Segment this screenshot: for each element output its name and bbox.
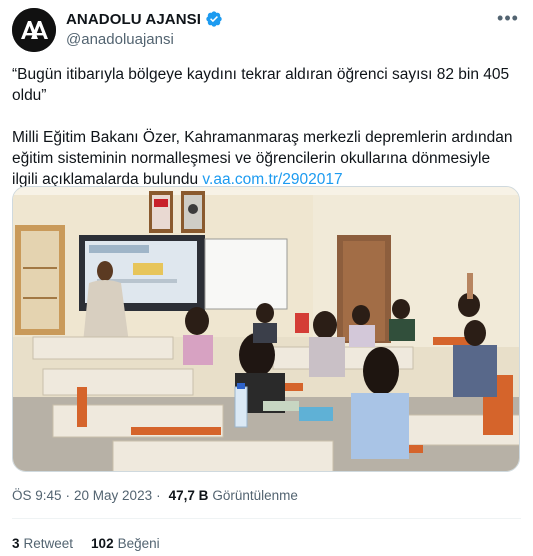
avatar[interactable] [12,8,56,52]
verified-badge-icon [206,11,222,27]
classroom-photo [13,187,519,471]
tweet-body-line-1: Milli Eğitim Bakanı Özer, Kahramanmaraş … [12,129,513,146]
account-name[interactable]: ANADOLU AJANSI [66,11,201,28]
name-row: ANADOLU AJANSI [66,10,223,28]
tweet-time[interactable]: ÖS 9:45 [12,488,62,503]
tweet-quote: “Bugün itibarıyla bölgeye kaydını tekrar… [12,66,510,104]
retweets-label: Retweet [23,536,74,551]
divider [12,518,521,519]
meta-separator-2: · [156,488,161,503]
tweet-meta: ÖS 9:45 · 20 May 2023 · 47,7 B Görüntüle… [12,488,298,503]
likes-label: Beğeni [117,536,160,551]
retweets-count: 3 [12,536,20,551]
tweet-date[interactable]: 20 May 2023 [74,488,152,503]
more-options-icon[interactable]: ••• [495,8,521,28]
aa-logo-icon [12,8,56,52]
retweets-stat[interactable]: 3 Retweet [12,536,73,551]
tweet-body: Milli Eğitim Bakanı Özer, Kahramanmaraş … [12,127,522,190]
likes-stat[interactable]: 102 Beğeni [91,536,160,551]
meta-separator: · [65,488,71,503]
tweet-body-line-2: eğitim sisteminin normalleşmesi ve öğren… [12,150,491,167]
tweet-stats: 3 Retweet 102 Beğeni [12,536,178,551]
views-count: 47,7 B [168,488,209,503]
views-label: Görüntülenme [212,488,298,503]
tweet-text: “Bugün itibarıyla bölgeye kaydını tekrar… [12,64,522,190]
account-handle[interactable]: @anadoluajansi [66,31,174,48]
likes-count: 102 [91,536,114,551]
tweet-photo[interactable] [12,186,520,472]
tweet-header: ANADOLU AJANSI @anadoluajansi ••• [12,8,521,56]
